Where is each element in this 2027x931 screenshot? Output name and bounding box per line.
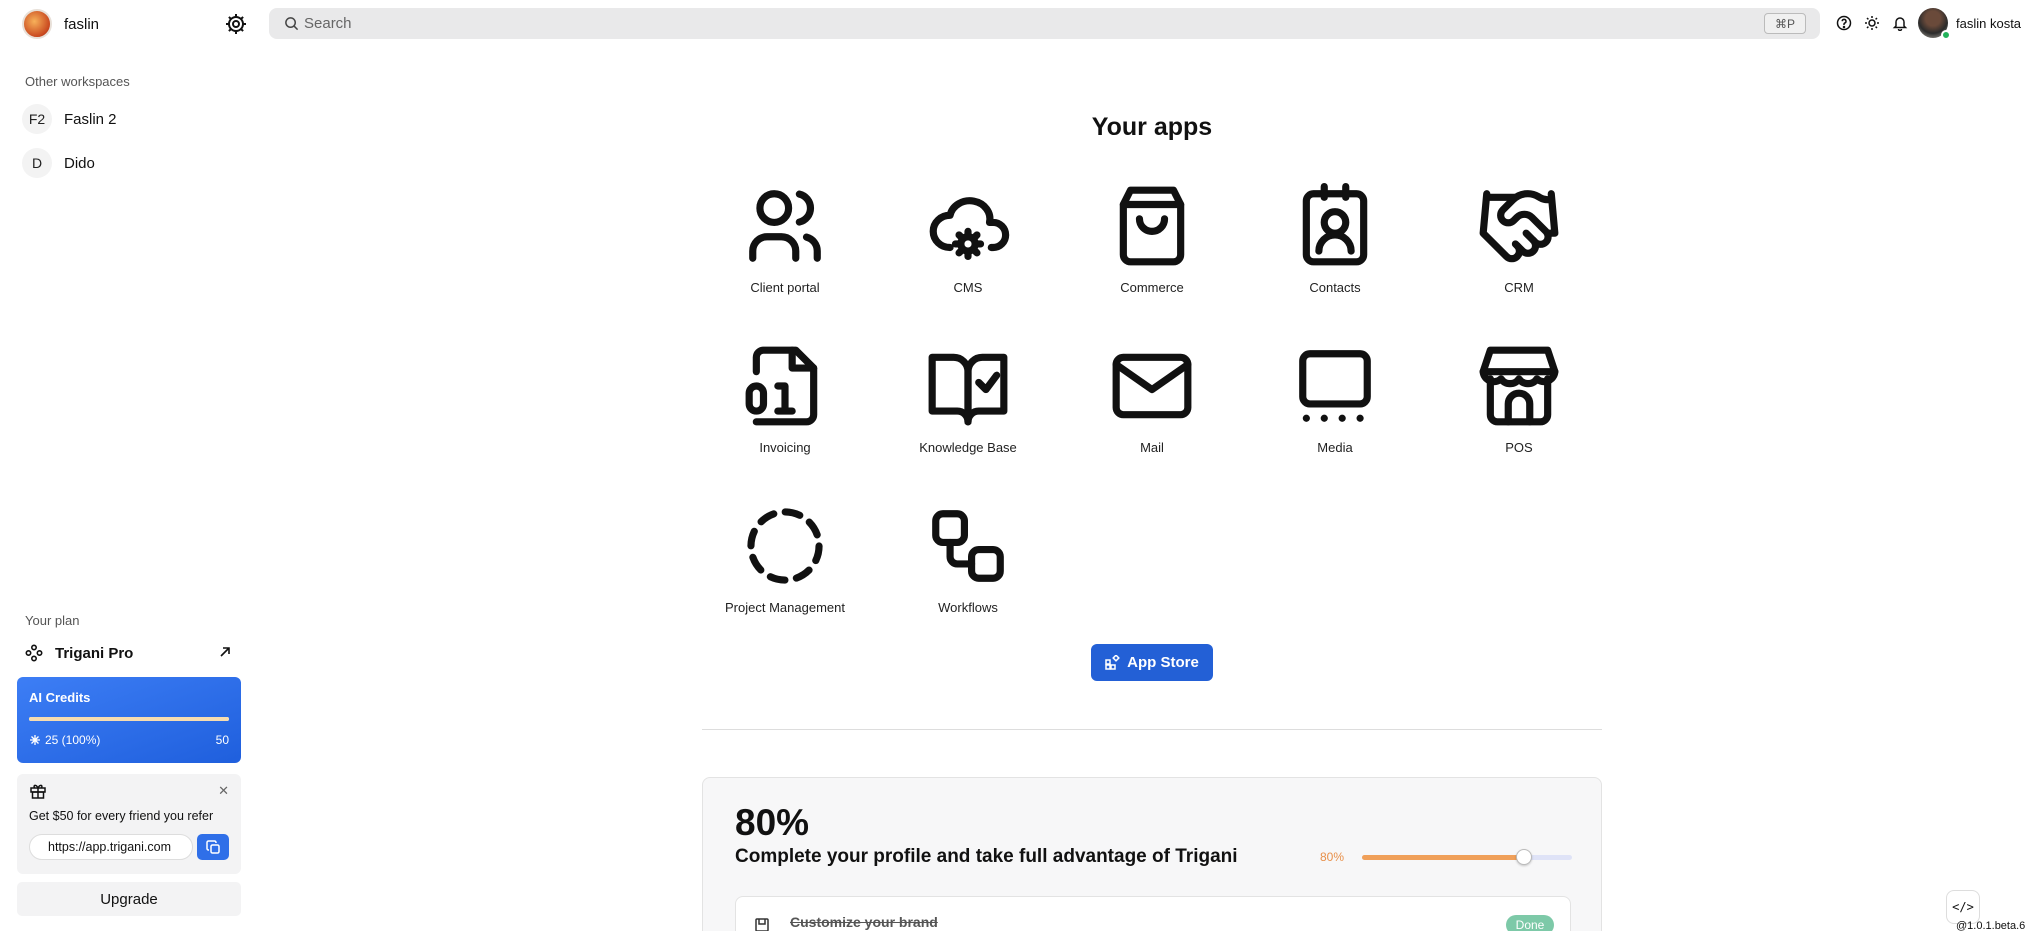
referral-card: ✕ Get $50 for every friend you refer htt…	[17, 774, 241, 874]
app-label: Mail	[1140, 440, 1164, 455]
app-label: POS	[1505, 440, 1533, 455]
store-icon	[1479, 346, 1559, 426]
users-icon	[749, 190, 821, 262]
app-label: Client portal	[750, 280, 820, 295]
dashed-circle-icon	[747, 508, 823, 584]
workspace-avatar	[22, 9, 52, 39]
plan-row[interactable]: Trigani Pro	[25, 642, 233, 664]
app-label: Media	[1317, 440, 1353, 455]
app-label: Invoicing	[759, 440, 811, 455]
cloud-gear-icon	[929, 197, 1010, 261]
workspace-item-faslin-2[interactable]: F2 Faslin 2	[22, 103, 117, 135]
app-store-icon	[1105, 655, 1121, 670]
app-project-management[interactable]: Project Management	[710, 503, 860, 615]
ai-credits-card: AI Credits 25 (100%) 50	[17, 677, 241, 763]
app-label: Knowledge Base	[919, 440, 1017, 455]
ai-credits-title: AI Credits	[29, 690, 91, 705]
user-name: faslin kosta	[1956, 15, 2022, 31]
app-workflows[interactable]: Workflows	[893, 503, 1043, 615]
upgrade-button[interactable]: Upgrade	[17, 882, 241, 916]
progress-slider-thumb[interactable]	[1516, 849, 1532, 865]
brand-icon	[755, 918, 769, 931]
workspace-item-dido[interactable]: D Dido	[22, 147, 95, 179]
divider	[702, 729, 1602, 730]
workspace-item-label: Dido	[64, 154, 95, 172]
workspace-initials: F2	[22, 104, 52, 134]
ai-credits-bar	[29, 717, 229, 721]
app-label: CRM	[1504, 280, 1534, 295]
app-commerce[interactable]: Commerce	[1077, 183, 1227, 295]
app-pos[interactable]: POS	[1444, 343, 1594, 455]
mail-icon	[1112, 353, 1192, 419]
app-store-button[interactable]: App Store	[1091, 644, 1213, 681]
developer-code-button[interactable]: </>	[1946, 890, 1980, 924]
handshake-icon	[1479, 190, 1559, 263]
app-label: CMS	[953, 280, 983, 295]
ai-credits-total: 50	[215, 733, 229, 747]
theme-sun-icon[interactable]	[1864, 15, 1880, 31]
search-placeholder: Search	[304, 15, 352, 32]
plan-name: Trigani Pro	[55, 644, 134, 662]
copy-icon	[205, 839, 220, 854]
status-badge: Done	[1506, 915, 1554, 931]
app-knowledge-base[interactable]: Knowledge Base	[893, 343, 1043, 455]
binary-file-icon	[745, 346, 818, 426]
ai-credits-used-text: 25 (100%)	[45, 733, 101, 747]
close-icon[interactable]: ✕	[218, 783, 229, 799]
app-mail[interactable]: Mail	[1077, 343, 1227, 455]
contact-card-icon	[1302, 183, 1368, 266]
progress-slider-label: 80%	[1320, 850, 1345, 864]
workflow-icon	[932, 510, 1004, 582]
search-bar[interactable]: Search ⌘P	[269, 8, 1820, 39]
progress-slider-track	[1362, 855, 1572, 860]
your-plan-label: Your plan	[25, 613, 80, 628]
progress-slider-fill	[1362, 855, 1530, 860]
ai-credits-used: 25 (100%)	[29, 733, 100, 747]
user-menu[interactable]: faslin kosta	[1918, 8, 2022, 40]
media-screen-icon	[1299, 350, 1371, 422]
app-media[interactable]: Media	[1260, 343, 1410, 455]
gift-icon	[30, 784, 46, 799]
settings-gear-icon[interactable]	[224, 12, 248, 36]
task-item[interactable]: Customize your brand Done	[735, 896, 1571, 931]
app-label: Project Management	[725, 600, 845, 615]
app-invoicing[interactable]: Invoicing	[710, 343, 860, 455]
sparkle-icon	[30, 735, 40, 745]
page-title: Your apps	[1091, 113, 1213, 141]
search-icon	[285, 17, 299, 31]
app-store-label: App Store	[1127, 654, 1199, 671]
app-label: Workflows	[938, 600, 998, 615]
sidebar: faslin Other workspaces F2 Faslin 2 D Di…	[0, 0, 252, 931]
other-workspaces-label: Other workspaces	[25, 74, 130, 89]
referral-text: Get $50 for every friend you refer	[29, 809, 214, 823]
progress-percent: 80%	[735, 802, 810, 843]
workspace-name: faslin	[64, 15, 100, 33]
workspace-initials: D	[22, 148, 52, 178]
referral-url-field[interactable]: https://app.trigani.com	[29, 834, 193, 860]
external-arrow-icon[interactable]	[217, 644, 233, 660]
app-crm[interactable]: CRM	[1444, 183, 1594, 295]
progress-subtitle: Complete your profile and take full adva…	[735, 846, 1238, 867]
version-label: @1.0.1.beta.6	[1956, 920, 2026, 931]
ai-credits-bar-fill	[29, 717, 229, 721]
app-contacts[interactable]: Contacts	[1260, 183, 1410, 295]
task-label: Customize your brand	[790, 914, 938, 930]
avatar	[1918, 8, 1951, 40]
app-label: Commerce	[1120, 280, 1184, 295]
app-label: Contacts	[1309, 280, 1361, 295]
workspace-switcher[interactable]: faslin	[22, 8, 250, 40]
shopping-bag-icon	[1119, 186, 1185, 266]
plan-logo-icon	[25, 644, 43, 662]
app-client-portal[interactable]: Client portal	[710, 183, 860, 295]
online-status-dot	[1941, 30, 1951, 40]
help-icon[interactable]	[1836, 15, 1852, 31]
workspace-item-label: Faslin 2	[64, 110, 117, 128]
book-check-icon	[928, 353, 1008, 426]
profile-progress-card: 80% Complete your profile and take full …	[702, 777, 1602, 931]
copy-button[interactable]	[197, 834, 229, 860]
notifications-bell-icon[interactable]	[1892, 15, 1908, 31]
search-shortcut: ⌘P	[1764, 13, 1806, 34]
app-cms[interactable]: CMS	[893, 183, 1043, 295]
